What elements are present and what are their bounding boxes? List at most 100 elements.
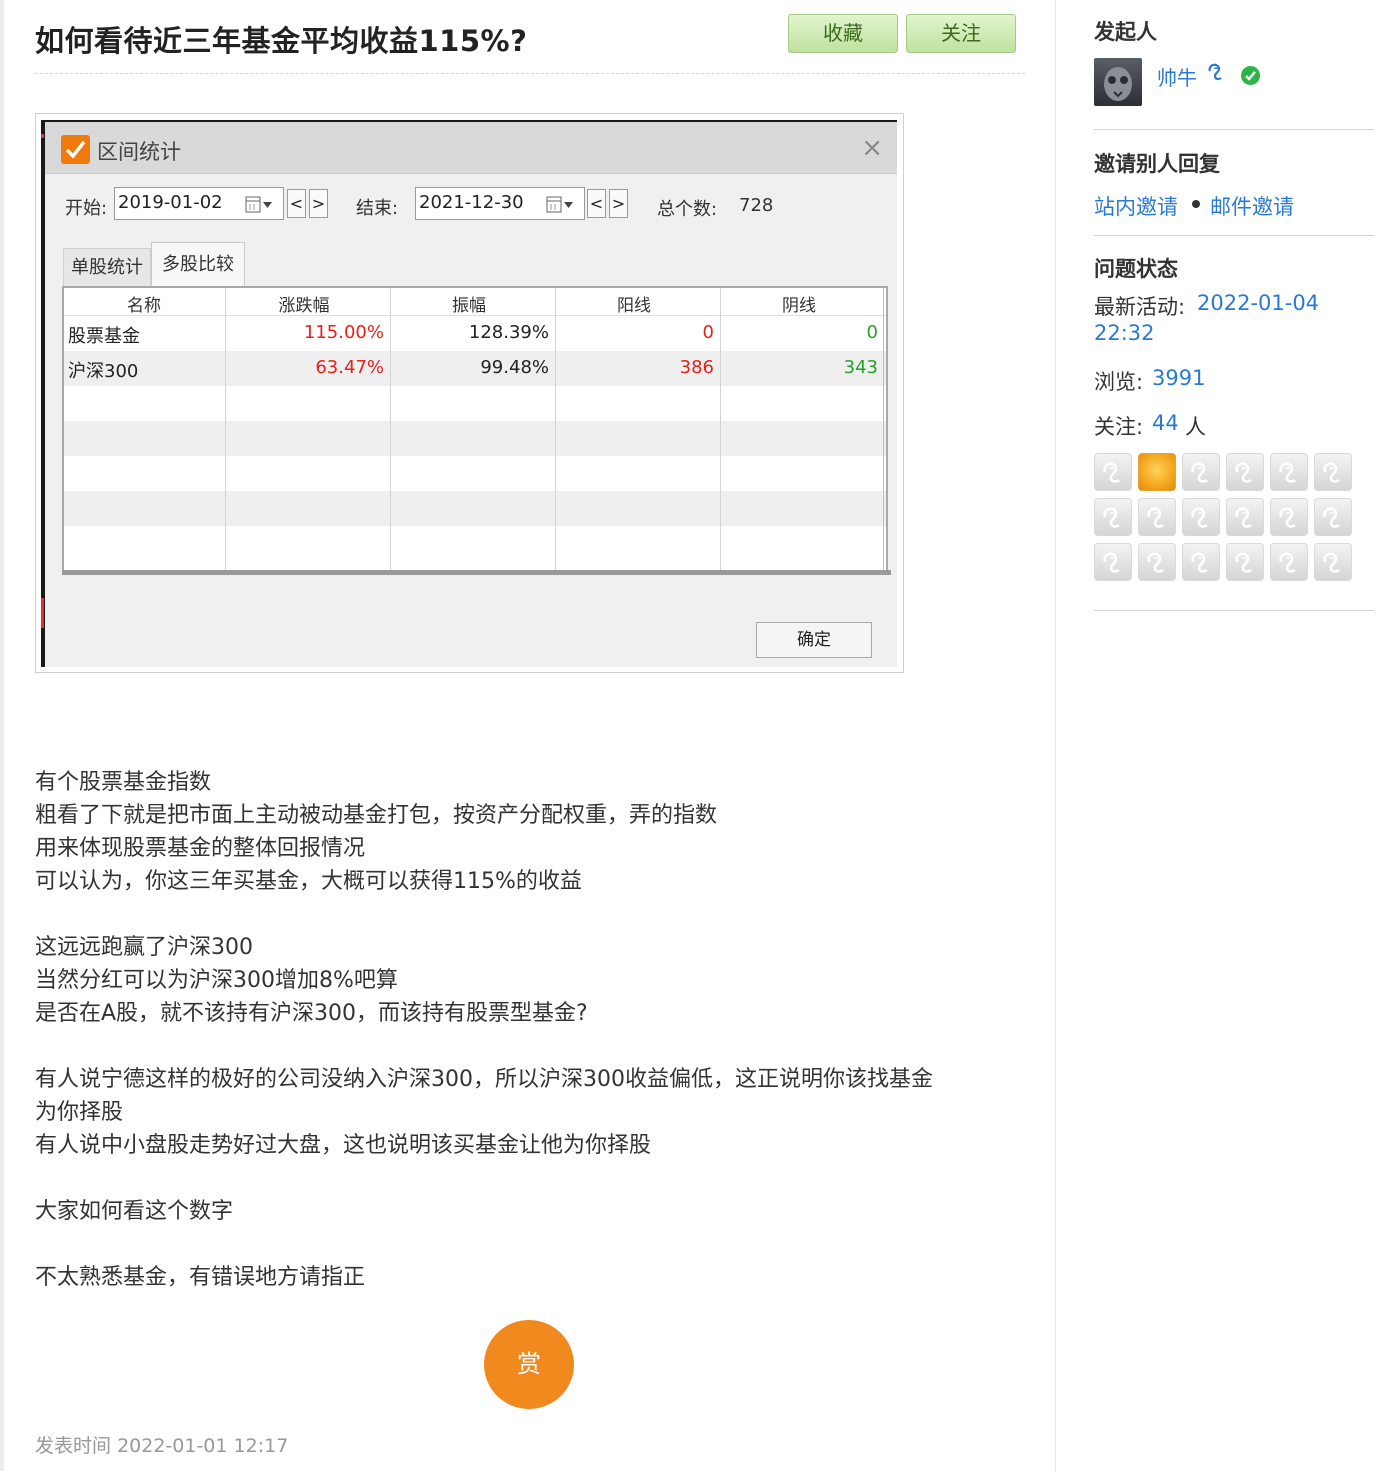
tab-single-stock[interactable]: 单股统计 [63,248,151,286]
status-heading: 问题状态 [1094,257,1178,281]
column-header: 名称 [127,296,161,316]
column-divider [225,288,226,570]
body-line: 有人说中小盘股走势好过大盘，这也说明该买基金让他为你择股 [35,1133,652,1158]
count-value: 728 [739,195,774,216]
ok-button[interactable]: 确定 [756,622,872,658]
default-avatar-icon[interactable] [1314,453,1352,491]
cell-amplitude: 128.39% [468,322,549,343]
calendar-dropdown-icon[interactable] [546,196,574,214]
author-name[interactable]: 帅牛 [1157,62,1197,91]
end-prev-button[interactable]: < [587,189,606,218]
body-line: 可以认为，你这三年买基金，大概可以获得115%的收益 [35,869,582,894]
table-row[interactable]: 股票基金 115.00% 128.39% 0 0 [64,316,886,351]
cell-up-days: 386 [679,357,714,378]
end-date-input[interactable]: 2021-12-30 [415,187,585,220]
default-avatar-icon[interactable] [1314,498,1352,536]
default-avatar-icon[interactable] [1182,453,1220,491]
red-mark [41,134,44,138]
column-divider [555,288,556,570]
body-line: 粗看了下就是把市面上主动被动基金打包，按资产分配权重，弄的指数 [35,803,718,828]
end-next-button[interactable]: > [609,189,628,218]
sidebar-divider [1094,129,1374,130]
author-avatar[interactable] [1094,58,1142,106]
column-header: 阴线 [782,296,816,316]
empty-row [64,456,886,491]
sidebar-divider [1094,235,1374,236]
column-header: 涨跌幅 [278,296,330,316]
dialog-titlebar: 区间统计 × [45,122,897,174]
follower-avatar[interactable] [1138,453,1176,491]
cell-down-days: 0 [866,322,878,343]
follow-button[interactable]: 关注 [906,14,1016,53]
empty-row [64,386,886,421]
latest-activity-label: 最新活动: [1094,295,1186,319]
tab-multi-compare[interactable]: 多股比较 [151,242,245,286]
invite-heading: 邀请别人回复 [1094,152,1220,176]
cell-amplitude: 99.48% [480,357,549,378]
cell-change: 63.47% [315,357,384,378]
bullet-separator [1192,200,1200,208]
column-divider [390,288,391,570]
empty-row [64,526,886,561]
dialog-title: 区间统计 [97,140,181,164]
followers-count[interactable]: 44 [1152,411,1179,435]
empty-row [64,421,886,456]
red-mark [41,598,44,628]
body-line: 有人说宁德这样的极好的公司没纳入沪深300，所以沪深300收益偏低，这正说明你该… [35,1067,933,1092]
followers-unit: 人 [1185,415,1206,439]
start-date-value: 2019-01-02 [118,192,223,213]
default-avatar-icon[interactable] [1314,543,1352,581]
body-line: 用来体现股票基金的整体回报情况 [35,836,366,861]
start-next-button[interactable]: > [309,189,328,218]
column-header: 振幅 [452,296,486,316]
default-avatar-icon[interactable] [1226,498,1264,536]
email-invite-link[interactable]: 邮件邀请 [1210,191,1294,221]
default-avatar-icon[interactable] [1270,543,1308,581]
body-line: 是否在A股，就不该持有沪深300，而该持有股票型基金? [35,1001,588,1026]
default-avatar-icon[interactable] [1182,543,1220,581]
default-avatar-icon[interactable] [1138,498,1176,536]
calendar-dropdown-icon[interactable] [245,196,273,214]
default-avatar-icon[interactable] [1094,453,1132,491]
cell-name: 沪深300 [68,361,139,382]
count-label: 总个数: [657,199,718,220]
cell-change: 115.00% [303,322,384,343]
latest-activity-date: 2022-01-04 [1197,291,1320,315]
ear-icon [1208,63,1222,81]
table-header: 名称 涨跌幅 振幅 阳线 阴线 [64,288,886,316]
default-avatar-icon[interactable] [1226,543,1264,581]
default-avatar-icon[interactable] [1270,453,1308,491]
views-count: 3991 [1152,366,1206,390]
default-avatar-icon[interactable] [1226,453,1264,491]
publish-time: 发表时间 2022-01-01 12:17 [35,1431,288,1458]
views-label: 浏览: [1094,370,1144,394]
body-line: 大家如何看这个数字 [35,1199,234,1224]
checkmark-icon [61,135,90,164]
reward-button[interactable]: 赏 [484,1320,574,1409]
body-line: 这远远跑赢了沪深300 [35,935,253,960]
favorite-button[interactable]: 收藏 [788,14,898,53]
default-avatar-icon[interactable] [1138,543,1176,581]
end-date-value: 2021-12-30 [419,192,524,213]
default-avatar-icon[interactable] [1270,498,1308,536]
body-line: 为你择股 [35,1100,124,1125]
column-header: 阳线 [617,296,651,316]
left-border [0,0,4,1471]
start-date-input[interactable]: 2019-01-02 [114,187,284,220]
question-title: 如何看待近三年基金平均收益115%? [35,24,528,58]
cell-down-days: 343 [843,357,878,378]
end-label: 结束: [356,198,399,219]
cell-up-days: 0 [702,322,714,343]
comparison-table: 名称 涨跌幅 振幅 阳线 阴线 股票基金 115.00% 128.39% 0 0… [62,286,888,572]
column-divider [1055,0,1056,1471]
table-row[interactable]: 沪深300 63.47% 99.48% 386 343 [64,351,886,386]
interval-stats-dialog-image: 区间统计 × 开始: 2019-01-02 < > 结束: 2021-12-30… [41,120,897,667]
title-divider [35,73,1025,74]
start-prev-button[interactable]: < [287,189,306,218]
sidebar-divider [1094,610,1374,611]
close-icon[interactable]: × [861,133,883,163]
site-invite-link[interactable]: 站内邀请 [1094,191,1178,221]
default-avatar-icon[interactable] [1094,498,1132,536]
default-avatar-icon[interactable] [1094,543,1132,581]
default-avatar-icon[interactable] [1182,498,1220,536]
